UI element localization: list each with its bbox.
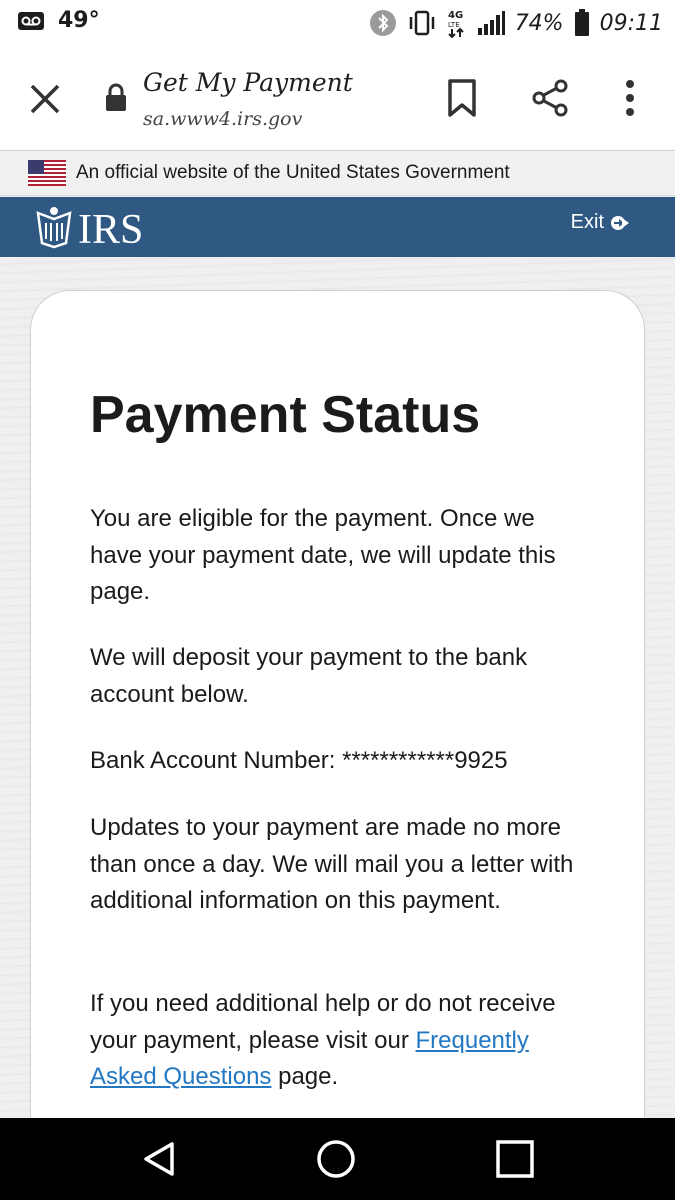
signal-icon xyxy=(477,11,505,35)
irs-header: IRS Exit xyxy=(0,197,675,257)
battery-percent: 74% xyxy=(514,10,564,36)
irs-logo[interactable]: IRS xyxy=(34,205,180,249)
help-text-after: page. xyxy=(271,1063,339,1090)
clock: 09:11 xyxy=(599,10,663,36)
home-icon[interactable] xyxy=(316,1139,356,1179)
exit-label: Exit xyxy=(570,211,604,233)
browser-toolbar: Get My Payment sa.www4.irs.gov xyxy=(0,46,675,151)
bank-account-number: Bank Account Number: ************9925 xyxy=(90,747,508,774)
exit-icon xyxy=(611,215,629,230)
network-4g-lte-icon: 4G LTE xyxy=(448,10,464,38)
us-flag-icon xyxy=(28,160,66,186)
svg-text:LTE: LTE xyxy=(448,21,460,29)
irs-logo-text: IRS xyxy=(78,207,143,249)
vibrate-icon xyxy=(409,10,434,36)
android-nav-bar xyxy=(0,1118,675,1200)
bluetooth-icon xyxy=(369,10,396,36)
bookmark-icon[interactable] xyxy=(446,78,478,118)
url-text[interactable]: sa.www4.irs.gov xyxy=(143,108,302,130)
back-icon[interactable] xyxy=(140,1140,178,1178)
svg-text:4G: 4G xyxy=(448,10,463,21)
updates-text: Updates to your payment are made no more… xyxy=(90,814,574,914)
close-icon[interactable] xyxy=(26,80,64,118)
deposit-text: We will deposit your payment to the bank… xyxy=(90,644,528,708)
page-heading: Payment Status xyxy=(90,386,481,444)
recents-icon[interactable] xyxy=(495,1139,535,1179)
gov-banner: An official website of the United States… xyxy=(0,151,675,196)
exit-link[interactable]: Exit xyxy=(571,211,630,234)
voicemail-icon xyxy=(18,11,44,30)
share-icon[interactable] xyxy=(530,78,570,118)
status-bar: 49° 4G LTE 74% 09:11 xyxy=(0,0,675,46)
more-vert-icon[interactable] xyxy=(620,78,640,118)
page-title: Get My Payment xyxy=(143,68,353,97)
temperature: 49° xyxy=(58,8,100,33)
eligibility-text: You are eligible for the payment. Once w… xyxy=(90,505,556,605)
gov-banner-text: An official website of the United States… xyxy=(76,162,510,183)
battery-icon xyxy=(574,9,589,36)
lock-icon[interactable] xyxy=(104,82,128,112)
help-text: If you need additional help or do not re… xyxy=(90,986,590,1096)
eagle-icon xyxy=(36,207,72,249)
